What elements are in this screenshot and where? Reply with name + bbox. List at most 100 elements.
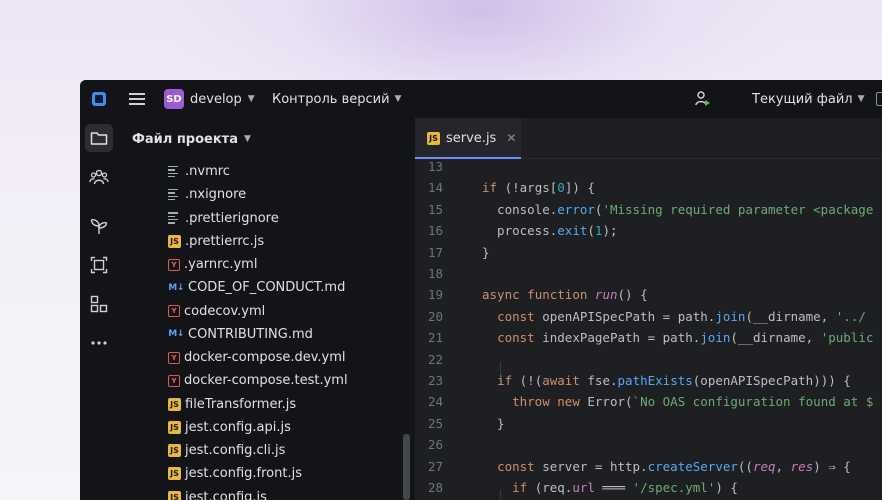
user-icon[interactable] — [694, 80, 714, 118]
line-number: 27 — [427, 458, 443, 474]
line-number: 28 — [427, 480, 443, 495]
yaml-file-icon: Y — [168, 374, 180, 387]
file-tree-item[interactable]: JS jest.config.js — [168, 486, 267, 500]
file-tree-item[interactable]: M↓ CONTRIBUTING.md — [168, 323, 313, 346]
file-tree-item[interactable]: M↓ CODE_OF_CONDUCT.md — [168, 276, 345, 299]
tab-serve-js[interactable]: JS serve.js ✕ — [415, 118, 521, 159]
file-name: CONTRIBUTING.md — [188, 326, 313, 342]
structure-icon[interactable] — [85, 290, 113, 318]
js-file-icon: JS — [168, 444, 181, 457]
file-name: docker-compose.test.yml — [184, 373, 348, 389]
file-name: .nxignore — [185, 187, 247, 203]
js-file-icon: JS — [168, 490, 181, 500]
more-icon[interactable] — [85, 329, 113, 357]
file-name: CODE_OF_CONDUCT.md — [188, 280, 346, 296]
yaml-file-icon: Y — [168, 258, 180, 271]
toolbar-icon-partial[interactable] — [876, 80, 882, 118]
project-badge: SD — [164, 89, 184, 109]
text-file-icon — [168, 188, 181, 201]
js-file-icon: JS — [168, 467, 181, 481]
file-name: jest.config.cli.js — [185, 443, 286, 458]
line-number: 14 — [427, 180, 443, 196]
file-tree-item[interactable]: Ycodecov.yml — [168, 300, 265, 323]
file-tree-item[interactable]: .nvmrc — [168, 160, 230, 183]
code-line[interactable]: const indexPagePath = path.join(__dirnam… — [482, 330, 873, 345]
chevron-down-icon: ▼ — [244, 134, 251, 144]
tab-label: serve.js — [446, 130, 497, 146]
sprout-icon[interactable] — [85, 212, 113, 240]
app-logo-icon[interactable] — [92, 80, 108, 118]
js-file-icon: JS — [168, 397, 181, 411]
run-configuration-selector[interactable]: Текущий файл ▼ — [752, 80, 865, 118]
project-panel-header[interactable]: Файл проекта ▼ — [132, 118, 251, 160]
chevron-down-icon: ▼ — [247, 94, 255, 104]
yaml-file-icon: Y — [168, 305, 180, 317]
vcs-label: Контроль версий — [272, 91, 390, 107]
code-line[interactable]: throw new Error(`No OAS configuration fo… — [482, 394, 873, 409]
project-panel-title: Файл проекта — [132, 131, 238, 147]
file-tree-item[interactable]: JS .prettierrc.js — [168, 230, 264, 253]
file-name: jest.config.front.js — [185, 466, 302, 482]
file-name: .yarnrc.yml — [184, 257, 258, 272]
project-panel: Файл проекта ▼ .nvmrc .nxignore .prettieri… — [118, 118, 415, 500]
code-area[interactable]: 13 14 15 16 17 18 19 20 21 22 23 24 25 26 27 28 if (!arg… — [415, 159, 882, 500]
js-file-icon: JS — [427, 131, 440, 145]
code-line[interactable]: const openAPISpecPath = path.join(__dirn… — [482, 309, 866, 324]
file-tree-item[interactable]: JS jest.config.cli.js — [168, 439, 285, 462]
file-name: jest.config.api.js — [185, 419, 291, 435]
text-file-icon — [168, 212, 181, 225]
file-tree-item[interactable]: .nxignore — [168, 183, 246, 206]
code-editor: JS serve.js ✕ 13 14 15 16 17 18 19 20 21 22 23 24 25… — [415, 118, 882, 500]
file-tree-item[interactable]: .prettierignore — [168, 207, 279, 230]
line-number: 23 — [427, 373, 443, 388]
code-line[interactable]: console.error('Missing required paramete… — [482, 202, 873, 217]
file-tree-item[interactable]: Y .yarnrc.yml — [168, 253, 257, 276]
project-selector[interactable]: SD develop ▼ — [164, 80, 255, 118]
file-tree-item[interactable]: JS fileTransformer.js — [168, 393, 296, 416]
line-number: 18 — [427, 266, 443, 281]
file-name: codecov.yml — [184, 303, 266, 319]
editor-tabs: JS serve.js ✕ — [415, 118, 882, 159]
code-line[interactable]: if (!(await fse.pathExists(openAPISpecPa… — [482, 373, 851, 388]
code-line[interactable]: } — [482, 416, 505, 431]
code-line[interactable]: async function run() { — [482, 287, 648, 302]
line-number: 22 — [427, 351, 443, 367]
run-configuration-label: Текущий файл — [752, 91, 853, 107]
panel-scrollbar[interactable] — [403, 434, 410, 500]
file-name: fileTransformer.js — [185, 396, 297, 412]
file-tree-item[interactable]: Ydocker-compose.test.yml — [168, 369, 348, 392]
main-menu-icon[interactable] — [128, 80, 146, 118]
file-name: .prettierignore — [185, 210, 279, 226]
js-file-icon: JS — [168, 234, 181, 248]
file-name: .prettierrc.js — [185, 233, 265, 249]
vcs-menu[interactable]: Контроль версий ▼ — [272, 80, 401, 118]
line-number: 19 — [427, 287, 443, 303]
line-number: 16 — [427, 223, 443, 239]
code-line[interactable]: if (req.url ═══ '/spec.yml') { — [482, 480, 738, 495]
file-tree-item[interactable]: JS jest.config.api.js — [168, 416, 291, 439]
code-line[interactable]: if (!args[0]) { — [482, 180, 595, 195]
team-icon[interactable] — [85, 163, 113, 191]
line-number: 20 — [427, 308, 443, 324]
project-name: develop — [190, 91, 242, 107]
line-number: 15 — [427, 201, 443, 217]
code-line[interactable]: process.exit(1); — [482, 223, 617, 238]
yaml-file-icon: Y — [168, 351, 180, 364]
line-number: 17 — [427, 244, 443, 260]
project-folder-icon[interactable] — [85, 124, 113, 152]
file-tree-item[interactable]: Ydocker-compose.dev.yml — [168, 346, 346, 369]
chevron-down-icon: ▼ — [394, 94, 402, 104]
markdown-file-icon: M↓ — [168, 329, 184, 340]
title-bar: SD develop ▼ Контроль версий ▼ Текущий ф… — [80, 80, 882, 118]
close-icon[interactable]: ✕ — [506, 131, 516, 145]
line-number: 25 — [427, 415, 443, 431]
file-tree-item[interactable]: JS jest.config.front.js — [168, 462, 302, 485]
code-line[interactable]: const server = http.createServer((req, r… — [482, 459, 851, 474]
file-name: docker-compose.dev.yml — [184, 350, 346, 365]
file-name: jest.config.js — [185, 489, 267, 500]
tool-window-strip — [80, 118, 118, 500]
markdown-file-icon: M↓ — [168, 282, 184, 293]
code-line[interactable]: } — [482, 245, 490, 260]
frame-select-icon[interactable] — [85, 251, 113, 279]
text-file-icon — [168, 165, 181, 178]
